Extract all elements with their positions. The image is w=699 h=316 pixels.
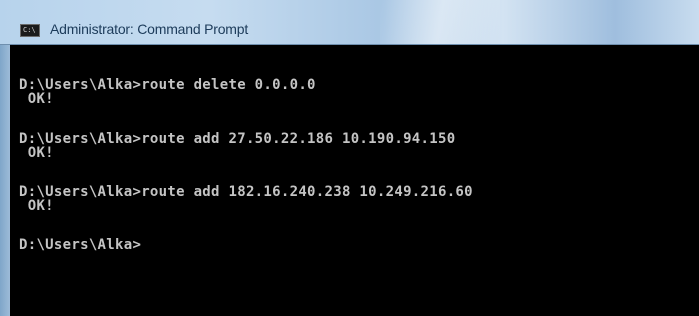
command-prompt-icon[interactable]: [20, 24, 40, 37]
console-line: D:\Users\Alka>route add 182.16.240.238 1…: [19, 184, 473, 200]
window-title: Administrator: Command Prompt: [50, 21, 249, 37]
console-line: OK!: [19, 91, 54, 107]
command-prompt-line[interactable]: D:\Users\Alka>: [19, 237, 141, 253]
console-line: D:\Users\Alka>route add 27.50.22.186 10.…: [19, 131, 456, 147]
title-bar[interactable]: Administrator: Command Prompt: [0, 0, 699, 45]
console-line: OK!: [19, 198, 54, 214]
command-prompt-window: Administrator: Command Prompt D:\Users\A…: [0, 0, 699, 316]
window-border: [0, 45, 10, 316]
console-output[interactable]: D:\Users\Alka>route delete 0.0.0.0 OK! D…: [10, 45, 699, 316]
console-line: OK!: [19, 145, 54, 161]
console-line: D:\Users\Alka>route delete 0.0.0.0: [19, 77, 316, 93]
